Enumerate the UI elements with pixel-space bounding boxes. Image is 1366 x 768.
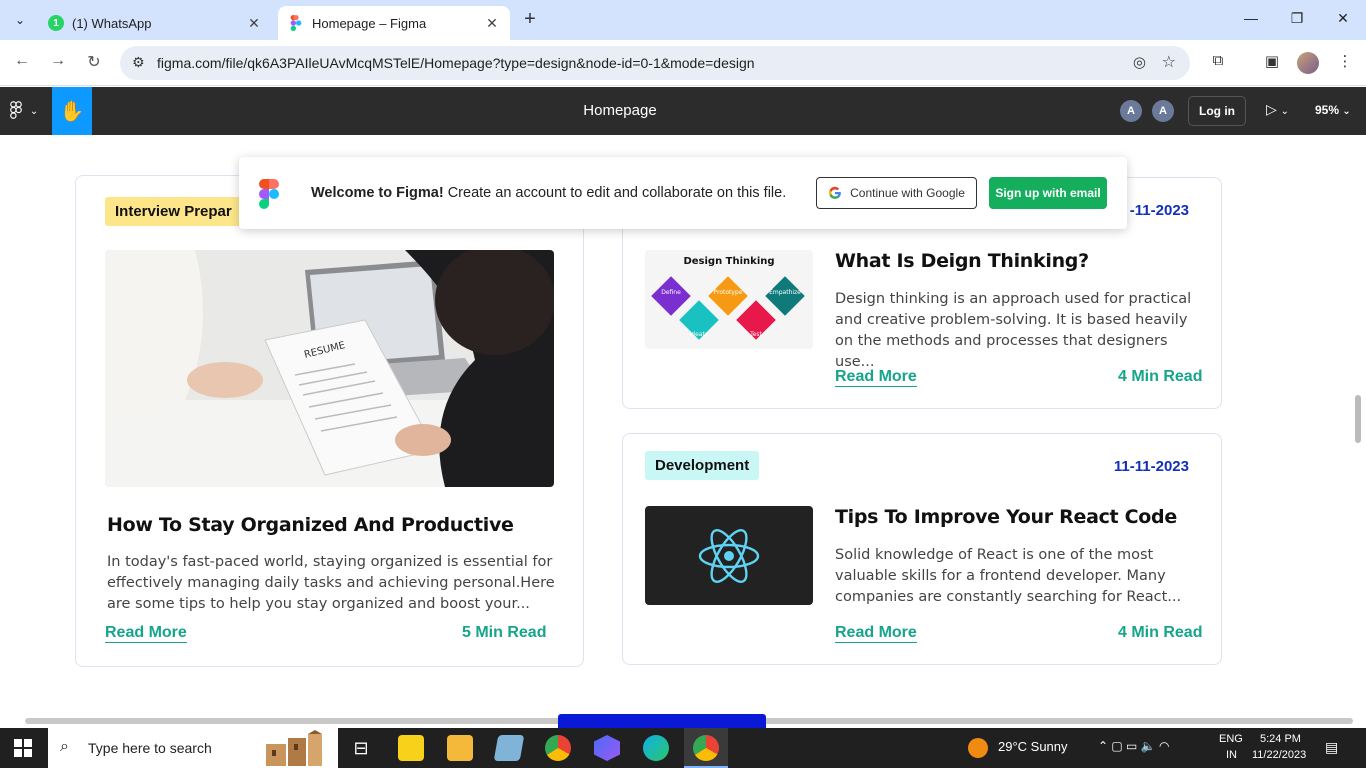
- avatar[interactable]: A: [1120, 100, 1142, 122]
- extensions-icon[interactable]: ⧉: [1207, 52, 1229, 69]
- edge-icon[interactable]: [643, 735, 669, 761]
- tab-title: Homepage – Figma: [312, 15, 427, 31]
- read-more-link[interactable]: Read More: [835, 624, 917, 643]
- welcome-banner: Welcome to Figma! Create an account to e…: [239, 157, 1127, 229]
- google-button-label: Continue with Google: [850, 186, 965, 200]
- card-title: What Is Deign Thinking?: [835, 250, 1089, 272]
- hand-tool-icon[interactable]: ✋: [52, 87, 92, 135]
- more-menu-icon[interactable]: ⋮: [1334, 52, 1356, 70]
- avatar[interactable]: A: [1152, 100, 1174, 122]
- search-placeholder: Type here to search: [88, 740, 212, 756]
- card-description: In today's fast-paced world, staying org…: [107, 554, 555, 612]
- url-input[interactable]: ⚙ figma.com/file/qk6A3PAIleUAvMcqMSTelE/…: [120, 46, 1190, 80]
- sign-up-email-button[interactable]: Sign up with email: [989, 177, 1107, 209]
- back-icon[interactable]: ←: [10, 52, 34, 70]
- close-tab-icon[interactable]: ✕: [484, 15, 500, 32]
- clock-time[interactable]: 5:24 PM: [1260, 733, 1301, 745]
- task-view-icon[interactable]: ⊟: [348, 735, 374, 761]
- copilot-icon[interactable]: [594, 735, 620, 761]
- restore-icon[interactable]: ❐: [1274, 10, 1320, 27]
- sticky-notes-icon[interactable]: [398, 735, 424, 761]
- figma-logo-icon: [259, 179, 279, 209]
- bookmark-star-icon[interactable]: ☆: [1162, 52, 1176, 72]
- minimize-icon[interactable]: —: [1228, 10, 1274, 26]
- profile-avatar[interactable]: [1297, 52, 1319, 74]
- vertical-scrollbar[interactable]: [1355, 395, 1361, 443]
- welcome-text: Create an account to edit and collaborat…: [443, 185, 787, 201]
- card-description: Solid knowledge of React is one of the m…: [835, 547, 1182, 605]
- weather-text[interactable]: 29°C Sunny: [998, 739, 1068, 754]
- file-explorer-icon[interactable]: [447, 735, 473, 761]
- post-date: 11-11-2023: [1113, 458, 1189, 475]
- new-tab-button[interactable]: +: [518, 8, 542, 32]
- language-code[interactable]: ENG: [1219, 733, 1243, 745]
- stage-label: Empathize: [769, 289, 801, 296]
- active-app-highlight[interactable]: [684, 728, 728, 768]
- blog-card: Development 11-11-2023 Tips To Improve Y…: [622, 433, 1222, 665]
- read-time: 5 Min Read: [462, 624, 547, 641]
- zoom-value: 95%: [1315, 103, 1340, 117]
- zoom-dropdown[interactable]: 95% ⌄: [1315, 103, 1351, 117]
- react-atom-icon: [698, 528, 760, 583]
- present-play-icon[interactable]: ▷ ⌄: [1266, 101, 1289, 118]
- region-code[interactable]: IN: [1226, 749, 1237, 761]
- weather-sun-icon[interactable]: [968, 738, 988, 758]
- card-description: Design thinking is an approach used for …: [835, 291, 1192, 370]
- blog-card: Interview Prepar RESUME How To Stay Orga…: [75, 175, 584, 667]
- tracking-protection-icon[interactable]: ◎: [1133, 53, 1146, 71]
- stage-label: Define: [661, 289, 681, 296]
- design-thinking-caption: Design Thinking: [683, 256, 774, 267]
- stage-label: Ideate: [690, 331, 709, 338]
- close-window-icon[interactable]: ✕: [1320, 10, 1366, 27]
- canvas-blue-element: [558, 714, 766, 728]
- taskbar-search-input[interactable]: ⌕ Type here to search: [48, 728, 338, 768]
- figma-favicon-icon: [290, 15, 302, 31]
- welcome-message: Welcome to Figma! Create an account to e…: [311, 185, 786, 201]
- card-title: How To Stay Organized And Productive: [107, 514, 514, 536]
- forward-icon[interactable]: →: [46, 52, 70, 70]
- card-title: Tips To Improve Your React Code: [835, 506, 1177, 528]
- login-button[interactable]: Log in: [1188, 96, 1246, 126]
- browser-tab-strip: ⌄ 1 (1) WhatsApp ✕ Homepage – Figma ✕ + …: [0, 0, 1366, 40]
- clock-date[interactable]: 11/22/2023: [1252, 749, 1306, 761]
- read-more-link[interactable]: Read More: [105, 624, 187, 643]
- windows-taskbar: ⌕ Type here to search ⊟ 29°C Sunny ⌃ ▢ ▭…: [0, 728, 1366, 768]
- whatsapp-icon: 1: [48, 15, 64, 31]
- category-tag: Interview Prepar: [105, 197, 242, 226]
- tab-title: (1) WhatsApp: [72, 15, 152, 31]
- tray-icons[interactable]: ⌃ ▢ ▭ 🔈 ◠: [1098, 739, 1169, 753]
- design-thinking-image: Design Thinking Define Prototype Empathi…: [645, 250, 813, 349]
- windows-start-icon[interactable]: [14, 739, 32, 757]
- read-more-link[interactable]: Read More: [835, 368, 917, 387]
- tab-figma[interactable]: Homepage – Figma ✕: [278, 6, 510, 40]
- site-info-icon[interactable]: ⚙: [132, 54, 145, 71]
- react-logo-image: [645, 506, 813, 605]
- stage-label: Test: [749, 331, 762, 338]
- reload-icon[interactable]: ↻: [82, 52, 106, 72]
- stage-label: Prototype: [714, 289, 743, 296]
- address-bar: ← → ↻ ⚙ figma.com/file/qk6A3PAIleUAvMcqM…: [0, 40, 1366, 86]
- read-time: 4 Min Read: [1118, 368, 1203, 385]
- continue-with-google-button[interactable]: Continue with Google: [816, 177, 977, 209]
- figma-main-menu-icon[interactable]: ⌄: [10, 101, 38, 120]
- resume-photo: RESUME: [105, 250, 554, 487]
- figma-toolbar: ⌄ ✋ Homepage A A Log in ▷ ⌄ 95% ⌄: [0, 87, 1366, 135]
- welcome-bold: Welcome to Figma!: [311, 185, 444, 201]
- post-date: -11-2023: [1129, 202, 1189, 219]
- google-icon: [829, 186, 841, 199]
- notepad-icon[interactable]: [493, 735, 525, 761]
- chrome-profile-icon: [693, 735, 719, 761]
- search-highlight-illustration-icon: [266, 730, 322, 766]
- side-panel-icon[interactable]: ▣: [1261, 52, 1283, 70]
- tab-whatsapp[interactable]: 1 (1) WhatsApp ✕: [38, 6, 272, 40]
- tab-search-chevron-icon[interactable]: ⌄: [8, 8, 32, 32]
- chrome-icon[interactable]: [545, 735, 571, 761]
- file-title: Homepage: [583, 102, 657, 119]
- close-tab-icon[interactable]: ✕: [246, 15, 262, 32]
- url-text[interactable]: figma.com/file/qk6A3PAIleUAvMcqMSTelE/Ho…: [157, 55, 755, 71]
- notification-icon[interactable]: ▤: [1325, 739, 1338, 756]
- category-tag: Development: [645, 451, 760, 480]
- search-icon: ⌕: [60, 738, 69, 755]
- read-time: 4 Min Read: [1118, 624, 1203, 641]
